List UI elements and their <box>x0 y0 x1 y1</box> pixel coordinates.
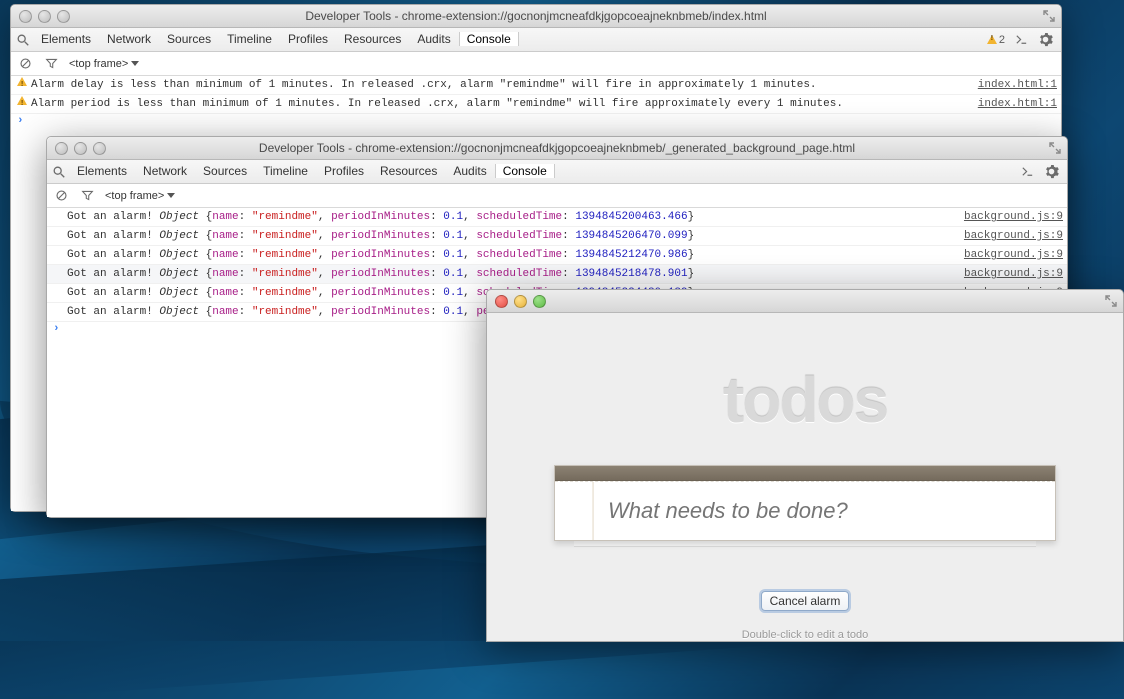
tab-network[interactable]: Network <box>135 164 195 178</box>
inspect-icon[interactable] <box>51 164 67 180</box>
settings-gear-icon[interactable] <box>1037 32 1053 48</box>
zoom-icon[interactable] <box>57 10 70 23</box>
warning-count[interactable]: 2 <box>987 34 1005 46</box>
log-message: Alarm delay is less than minimum of 1 mi… <box>31 77 970 93</box>
console-row[interactable]: Alarm period is less than minimum of 1 m… <box>11 95 1061 114</box>
todos-body: todos Cancel alarm Double-click to edit … <box>487 313 1123 641</box>
new-todo-input[interactable] <box>594 498 1055 524</box>
log-message: Alarm period is less than minimum of 1 m… <box>31 96 970 112</box>
tab-profiles[interactable]: Profiles <box>316 164 372 178</box>
settings-gear-icon[interactable] <box>1043 164 1059 180</box>
tab-timeline[interactable]: Timeline <box>219 32 280 46</box>
source-link[interactable]: background.js:9 <box>964 209 1063 225</box>
fullscreen-icon[interactable] <box>1105 295 1117 307</box>
log-message: Got an alarm! Object {name: "remindme", … <box>67 228 956 244</box>
minimize-icon[interactable] <box>38 10 51 23</box>
todo-card-header <box>555 466 1055 481</box>
clear-console-icon[interactable] <box>53 188 69 204</box>
titlebar[interactable]: Developer Tools - chrome-extension://goc… <box>11 5 1061 28</box>
tab-profiles[interactable]: Profiles <box>280 32 336 46</box>
toggle-drawer-icon[interactable] <box>1019 164 1035 180</box>
log-message: Got an alarm! Object {name: "remindme", … <box>67 209 956 225</box>
todo-input-row <box>555 481 1055 540</box>
source-link[interactable]: background.js:9 <box>964 266 1063 282</box>
toggle-drawer-icon[interactable] <box>1013 32 1029 48</box>
zoom-icon[interactable] <box>93 142 106 155</box>
inspect-icon[interactable] <box>15 32 31 48</box>
devtools-toolbar: ElementsNetworkSourcesTimelineProfilesRe… <box>11 28 1061 52</box>
tab-elements[interactable]: Elements <box>33 32 99 46</box>
tab-timeline[interactable]: Timeline <box>255 164 316 178</box>
minimize-icon[interactable] <box>514 295 527 308</box>
tab-resources[interactable]: Resources <box>336 32 409 46</box>
source-link[interactable]: background.js:9 <box>964 228 1063 244</box>
warning-triangle-icon <box>15 96 29 105</box>
tab-console[interactable]: Console <box>495 164 555 178</box>
close-icon[interactable] <box>55 142 68 155</box>
cancel-alarm-button[interactable]: Cancel alarm <box>761 591 850 611</box>
todo-margin <box>555 482 594 540</box>
frame-selector[interactable]: <top frame> <box>69 58 139 70</box>
todos-heading: todos <box>723 363 887 437</box>
frame-selector[interactable]: <top frame> <box>105 190 175 202</box>
warning-triangle-icon <box>987 35 997 44</box>
log-message: Got an alarm! Object {name: "remindme", … <box>67 266 956 282</box>
tab-audits[interactable]: Audits <box>409 32 458 46</box>
traffic-lights[interactable] <box>55 142 106 155</box>
todo-card <box>554 465 1056 541</box>
close-icon[interactable] <box>495 295 508 308</box>
window-title: Developer Tools - chrome-extension://goc… <box>305 9 766 23</box>
minimize-icon[interactable] <box>74 142 87 155</box>
chevron-down-icon <box>167 193 175 198</box>
console-filter-bar: <top frame> <box>47 184 1067 208</box>
source-link[interactable]: background.js:9 <box>964 247 1063 263</box>
warning-triangle-icon <box>15 77 29 86</box>
log-message: Got an alarm! Object {name: "remindme", … <box>67 247 956 263</box>
traffic-lights[interactable] <box>495 295 546 308</box>
filter-icon[interactable] <box>79 188 95 204</box>
window-title: Developer Tools - chrome-extension://goc… <box>259 141 855 155</box>
console-row[interactable]: Got an alarm! Object {name: "remindme", … <box>47 246 1067 265</box>
chevron-down-icon <box>131 61 139 66</box>
console-prompt[interactable]: › <box>11 114 1061 128</box>
traffic-lights[interactable] <box>19 10 70 23</box>
console-row[interactable]: Got an alarm! Object {name: "remindme", … <box>47 265 1067 284</box>
devtools-toolbar: ElementsNetworkSourcesTimelineProfilesRe… <box>47 160 1067 184</box>
fullscreen-icon[interactable] <box>1043 10 1055 22</box>
console-row[interactable]: Got an alarm! Object {name: "remindme", … <box>47 227 1067 246</box>
console-row[interactable]: Alarm delay is less than minimum of 1 mi… <box>11 76 1061 95</box>
tab-resources[interactable]: Resources <box>372 164 445 178</box>
filter-icon[interactable] <box>43 56 59 72</box>
source-link[interactable]: index.html:1 <box>978 96 1057 112</box>
console-filter-bar: <top frame> <box>11 52 1061 76</box>
tab-sources[interactable]: Sources <box>159 32 219 46</box>
footer-tip: Double-click to edit a todo <box>742 629 869 641</box>
close-icon[interactable] <box>19 10 32 23</box>
titlebar[interactable]: Developer Tools - chrome-extension://goc… <box>47 137 1067 160</box>
tab-sources[interactable]: Sources <box>195 164 255 178</box>
source-link[interactable]: index.html:1 <box>978 77 1057 93</box>
fullscreen-icon[interactable] <box>1049 142 1061 154</box>
tab-elements[interactable]: Elements <box>69 164 135 178</box>
console-row[interactable]: Got an alarm! Object {name: "remindme", … <box>47 208 1067 227</box>
titlebar[interactable] <box>487 290 1123 313</box>
todos-app-window[interactable]: todos Cancel alarm Double-click to edit … <box>486 289 1124 642</box>
tab-console[interactable]: Console <box>459 32 519 46</box>
tab-network[interactable]: Network <box>99 32 159 46</box>
zoom-icon[interactable] <box>533 295 546 308</box>
tab-audits[interactable]: Audits <box>445 164 494 178</box>
clear-console-icon[interactable] <box>17 56 33 72</box>
